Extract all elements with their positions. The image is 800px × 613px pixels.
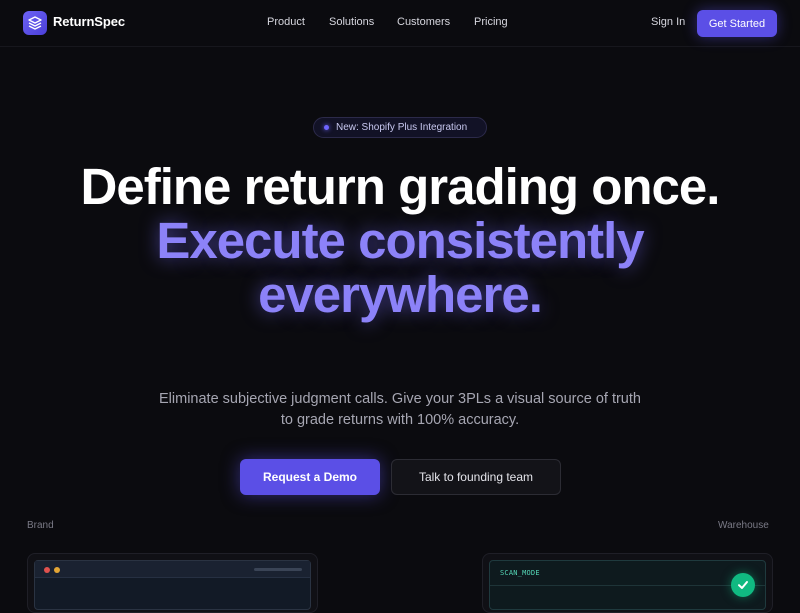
headline-line-1: Define return grading once. — [80, 158, 721, 215]
headline-line-3: everywhere. — [258, 266, 543, 323]
checkmark-icon — [731, 573, 755, 597]
scan-header: SCAN_MODE — [490, 561, 765, 586]
minimize-dot-icon — [54, 567, 60, 573]
brand-label: Brand — [27, 520, 54, 531]
headline-line-2: Execute consistently — [156, 212, 644, 269]
badge-text: New: Shopify Plus Integration — [336, 122, 468, 133]
nav-link-pricing[interactable]: Pricing — [474, 16, 508, 28]
sign-in-link[interactable]: Sign In — [651, 16, 685, 28]
warehouse-preview-panel: SCAN_MODE — [482, 553, 773, 613]
brand-preview-panel — [27, 553, 318, 613]
nav-link-customers[interactable]: Customers — [397, 16, 450, 28]
announcement-badge[interactable]: New: Shopify Plus Integration — [313, 117, 487, 138]
nav-link-solutions[interactable]: Solutions — [329, 16, 374, 28]
brand-name[interactable]: ReturnSpec — [53, 14, 125, 29]
dot-icon — [324, 125, 329, 130]
request-demo-button[interactable]: Request a Demo — [240, 459, 380, 495]
brand-app-window — [34, 560, 311, 610]
address-bar — [254, 568, 302, 571]
hero-subtitle-line-1: Eliminate subjective judgment calls. Giv… — [159, 391, 641, 407]
nav-link-product[interactable]: Product — [267, 16, 305, 28]
top-nav: ReturnSpec Product Solutions Customers P… — [0, 0, 800, 47]
layers-icon[interactable] — [23, 11, 47, 35]
warehouse-label: Warehouse — [718, 520, 769, 531]
scan-screen: SCAN_MODE — [489, 560, 766, 610]
scan-mode-label: SCAN_MODE — [500, 569, 540, 577]
get-started-button[interactable]: Get Started — [697, 10, 777, 37]
close-dot-icon — [44, 567, 50, 573]
window-title-bar — [35, 561, 310, 578]
talk-to-team-button[interactable]: Talk to founding team — [391, 459, 561, 495]
hero-subtitle-line-2: to grade returns with 100% accuracy. — [280, 412, 520, 428]
